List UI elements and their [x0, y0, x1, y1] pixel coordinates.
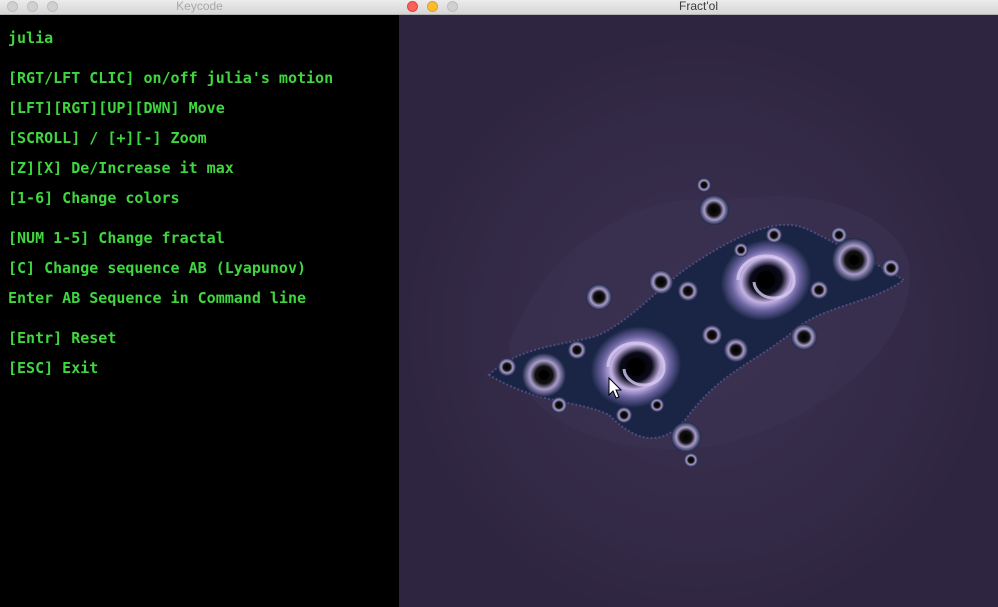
fractol-titlebar[interactable]: Fract'ol — [399, 0, 998, 15]
help-line-command: Enter AB Sequence in Command line — [8, 289, 307, 307]
fractal-name-line: julia — [8, 29, 54, 47]
help-line-motion: [RGT/LFT CLIC] on/off julia's motion — [8, 69, 334, 87]
help-line-sequence: [C] Change sequence AB (Lyapunov) — [8, 259, 307, 277]
help-line-move: [LFT][RGT][UP][DWN] Move — [8, 99, 225, 117]
help-line-zoom: [SCROLL] / [+][-] Zoom — [8, 129, 207, 147]
help-line-iterations: [Z][X] De/Increase it max — [8, 159, 234, 177]
help-line-colors: [1-6] Change colors — [8, 189, 180, 207]
keycode-window: Keycode julia [RGT/LFT CLIC] on/off juli… — [0, 0, 399, 607]
fractal-canvas[interactable] — [399, 15, 998, 607]
window-title: Fract'ol — [679, 0, 718, 13]
fractol-window: Fract'ol — [399, 0, 998, 607]
window-title: Keycode — [176, 0, 223, 13]
terminal-output: julia [RGT/LFT CLIC] on/off julia's moti… — [0, 15, 399, 607]
keycode-titlebar[interactable]: Keycode — [0, 0, 399, 15]
help-line-exit: [ESC] Exit — [8, 359, 99, 377]
help-line-reset: [Entr] Reset — [8, 329, 117, 347]
help-line-change-fractal: [NUM 1-5] Change fractal — [8, 229, 225, 247]
